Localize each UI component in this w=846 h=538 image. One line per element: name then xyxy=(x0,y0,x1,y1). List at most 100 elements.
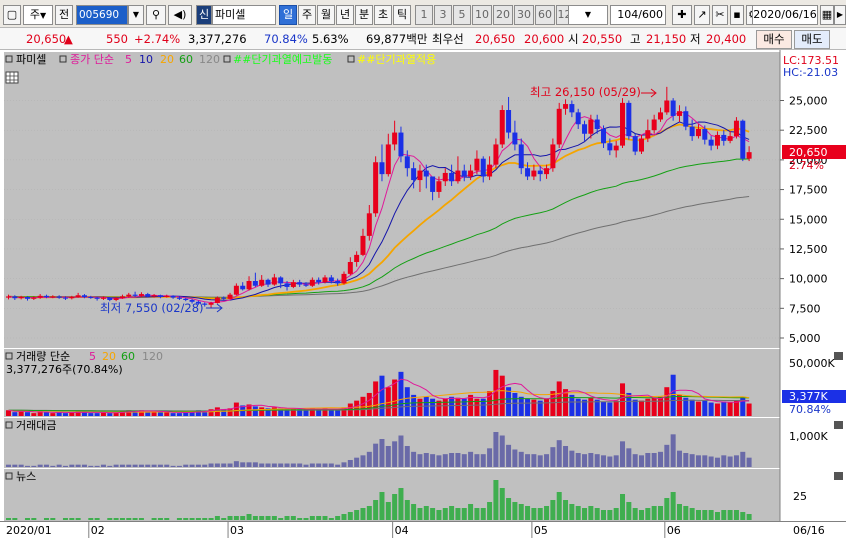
scroll-select[interactable]: ▼ xyxy=(568,5,608,25)
legend-ma-title: 종가 단순 xyxy=(70,53,114,66)
amount-bar xyxy=(366,451,372,467)
volume-bar xyxy=(373,381,379,416)
price-tick-label: 10,000 xyxy=(789,273,828,286)
amount-bar xyxy=(525,454,531,467)
amount-bar xyxy=(436,455,442,467)
grid-icon[interactable] xyxy=(5,71,19,84)
candle-body xyxy=(12,296,18,299)
amount-bar xyxy=(341,462,347,467)
candle-body xyxy=(487,164,493,177)
candle-body xyxy=(31,297,37,299)
news-panel[interactable] xyxy=(4,469,780,521)
amount-bar xyxy=(392,441,398,467)
count-display[interactable]: 104/600 xyxy=(610,5,666,25)
period-button-1[interactable]: 주 xyxy=(298,5,316,25)
tools-icon[interactable]: ✂ xyxy=(712,5,728,25)
draw-icon[interactable]: ↗ xyxy=(694,5,710,25)
period-button-6[interactable]: 틱 xyxy=(393,5,411,25)
news-bar xyxy=(582,508,588,520)
search-icon[interactable]: ⚲ xyxy=(146,5,166,25)
amount-bar xyxy=(24,465,30,467)
candle-body xyxy=(550,144,556,169)
period-button-4[interactable]: 분 xyxy=(355,5,373,25)
news-bar xyxy=(43,518,49,520)
candle-body xyxy=(506,110,512,133)
candle-body xyxy=(430,176,436,192)
stock-chart[interactable]: 파미셀 종가 단순 5 10 20 60 120 ##단기과열예고발동 ##단기… xyxy=(0,50,846,538)
period-button-0[interactable]: 일 xyxy=(279,5,297,25)
speaker-icon[interactable]: ◀) xyxy=(168,5,192,25)
jeon-button[interactable]: 전 xyxy=(55,5,73,25)
candle-body xyxy=(746,152,752,159)
candle-body xyxy=(695,129,701,137)
volume-ratio: 70.84% xyxy=(264,32,308,46)
stock-name-field[interactable]: 파미셀 xyxy=(212,5,276,25)
candle-body xyxy=(240,285,246,290)
save-icon[interactable]: ▪ xyxy=(730,5,744,25)
window-icon[interactable]: ▢ xyxy=(3,5,21,25)
news-bar xyxy=(284,516,290,520)
period-button-2[interactable]: 월 xyxy=(317,5,335,25)
period-select[interactable]: 주▼ xyxy=(23,5,53,25)
news-bar xyxy=(430,508,436,520)
candle-body xyxy=(271,277,277,285)
volume-bar xyxy=(43,412,49,416)
volume-bar xyxy=(601,401,607,416)
current-pct-axis: 2.74% xyxy=(789,159,824,172)
period-button-5[interactable]: 초 xyxy=(374,5,392,25)
new-badge: 신 xyxy=(196,5,212,25)
news-bar xyxy=(303,518,309,520)
stock-code-input[interactable]: 005690 xyxy=(76,5,128,25)
news-bar xyxy=(354,510,360,520)
chevron-right-icon[interactable]: ▶ xyxy=(834,5,846,25)
candle-body xyxy=(708,139,714,146)
volume-close-icon[interactable] xyxy=(834,352,843,360)
amount-bar xyxy=(468,451,474,467)
volume-bar xyxy=(702,400,708,416)
candle-body xyxy=(461,170,467,177)
candle-body xyxy=(221,297,227,299)
volume-title: 거래량 단순 xyxy=(16,350,70,363)
candle-body xyxy=(620,102,626,146)
candle-body xyxy=(518,144,524,169)
candle-body xyxy=(347,262,353,274)
amount-panel[interactable] xyxy=(4,418,780,468)
volume-bar xyxy=(518,396,524,416)
period-button-3[interactable]: 년 xyxy=(336,5,354,25)
interval-button-1[interactable]: 1 xyxy=(415,5,433,25)
candle-body xyxy=(651,119,657,131)
candle-body xyxy=(645,130,651,139)
amount-bar xyxy=(138,464,144,467)
news-bar xyxy=(360,508,366,520)
sell-button[interactable]: 매도 xyxy=(794,30,830,49)
candle-body xyxy=(714,134,720,146)
buy-button[interactable]: 매수 xyxy=(756,30,792,49)
calendar-icon[interactable]: ▦ xyxy=(820,5,834,25)
interval-button-5[interactable]: 5 xyxy=(453,5,471,25)
amount-close-icon[interactable] xyxy=(834,421,843,429)
amount-bar xyxy=(6,464,11,467)
news-close-icon[interactable] xyxy=(834,472,843,480)
chevron-down-icon[interactable]: ▼ xyxy=(128,5,144,25)
interval-button-20[interactable]: 20 xyxy=(493,5,513,25)
amount-bar xyxy=(132,464,138,467)
news-bar xyxy=(316,516,322,520)
volume-bar xyxy=(733,400,739,416)
amount-bar xyxy=(88,465,94,467)
news-bar xyxy=(442,508,448,520)
interval-button-30[interactable]: 30 xyxy=(514,5,534,25)
news-bar xyxy=(468,504,474,520)
crosshair-icon[interactable]: ✚ xyxy=(672,5,692,25)
news-bar xyxy=(214,516,220,520)
candle-body xyxy=(379,162,385,175)
high-price: 21,150 xyxy=(646,32,687,46)
current-price-axis: 20,650 xyxy=(789,146,828,159)
interval-button-60[interactable]: 60 xyxy=(535,5,555,25)
interval-button-10[interactable]: 10 xyxy=(472,5,492,25)
volume-bar xyxy=(740,396,746,416)
date-field[interactable]: 2020/06/16 xyxy=(752,5,818,25)
news-bar xyxy=(550,500,556,520)
interval-button-3[interactable]: 3 xyxy=(434,5,452,25)
news-bar xyxy=(733,510,739,520)
candle-body xyxy=(265,279,271,285)
